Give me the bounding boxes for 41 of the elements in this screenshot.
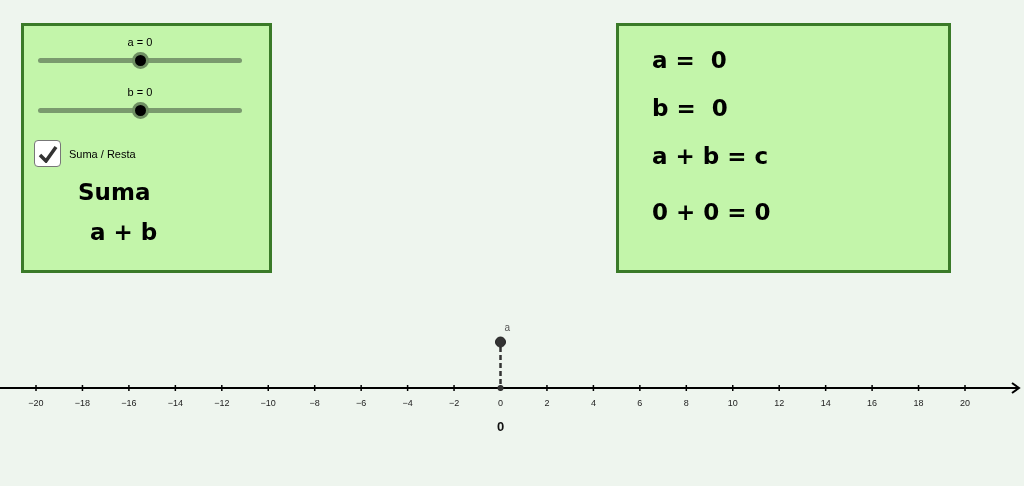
point-a[interactable] [495,336,506,348]
tick-label: 20 [960,398,970,408]
slider-thumb[interactable] [131,52,149,69]
operation-title: Suma [78,179,152,205]
tick-label: 14 [820,398,831,408]
tick-label: 8 [683,398,689,408]
checkmark-icon [37,144,58,163]
tick-label: 2 [544,398,550,408]
tick-label: −14 [167,398,183,408]
tick-label: −16 [121,398,137,408]
tick-label: −4 [402,398,413,408]
tick-label: −2 [448,398,460,408]
tick-label: −10 [260,398,276,408]
dashed-line [499,347,502,387]
slider-track[interactable] [38,102,242,119]
checkbox[interactable] [34,140,61,167]
point-label: a [504,322,511,333]
tick-label: 0 [498,398,503,408]
slider-label: a = 0 [127,36,153,48]
tick-label: 4 [590,398,596,408]
slider-label: b = 0 [127,86,153,98]
tick-label: −8 [309,398,320,408]
tick-label: −18 [74,398,91,408]
tick-label: 6 [637,398,643,408]
equation-text: a + b = c [652,142,770,170]
slider-track[interactable] [38,52,242,69]
slider-thumb[interactable] [131,102,149,119]
origin-point [497,385,504,391]
equation-text: b = 0 [652,94,729,122]
tick-label: 12 [774,398,785,408]
tick-label: −6 [356,398,367,408]
tick-label: 16 [867,398,878,408]
tick-label: −20 [28,398,44,408]
checkbox-label: Suma / Resta [69,147,136,160]
equation-text: a = 0 [652,46,728,74]
value-label: 0 [496,419,505,434]
tick-label: −12 [214,398,230,408]
tick-label: 10 [727,398,738,408]
tick-label: 18 [913,398,924,408]
equation-text: 0 + 0 = 0 [652,198,772,226]
operation-expression: a + b [90,219,159,245]
